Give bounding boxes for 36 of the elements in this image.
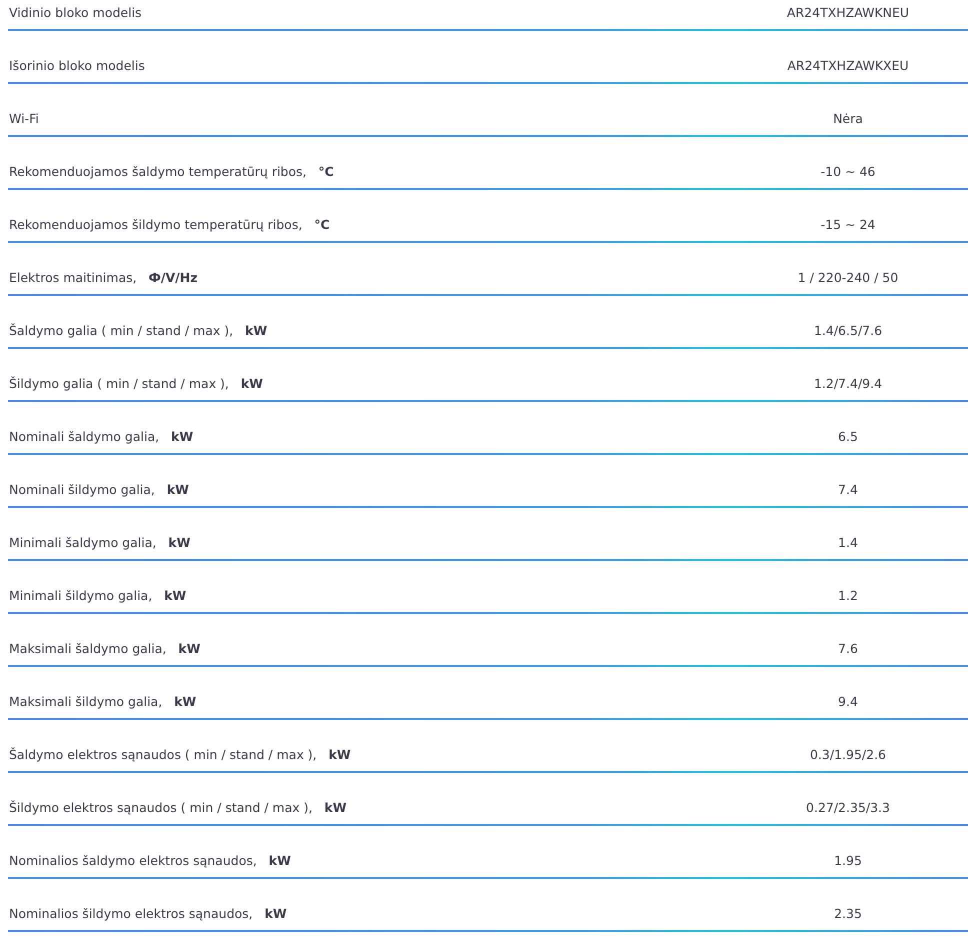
spec-value: 7.6: [837, 640, 859, 658]
spec-label: Wi-Fi: [9, 110, 40, 128]
spec-label: Rekomenduojamos šaldymo temperatūrų ribos, °C: [9, 163, 335, 181]
spec-label: Minimali šaldymo galia, kW: [9, 534, 192, 552]
spec-label: Nominali šaldymo galia, kW: [9, 428, 194, 446]
spec-label: Rekomenduojamos šildymo temperatūrų ribos, °C: [9, 216, 331, 234]
spec-value: Nėra: [832, 110, 864, 128]
spec-value: AR24TXHZAWKXEU: [786, 57, 910, 75]
spec-value: -15 ~ 24: [820, 216, 876, 234]
spec-value: 0.27/2.35/3.3: [805, 799, 891, 817]
spec-label: Maksimali šildymo galia, kW: [9, 693, 198, 711]
spec-value: 1.4/6.5/7.6: [812, 322, 884, 340]
spec-label: Elektros maitinimas, Ф/V/Hz: [9, 269, 198, 287]
spec-value: 1 / 220-240 / 50: [796, 269, 900, 287]
spec-value: 9.4: [837, 693, 859, 711]
spec-value: 1.4: [837, 534, 859, 552]
spec-label: Minimali šildymo galia, kW: [9, 587, 188, 605]
spec-label: Nominalios šildymo elektros sąnaudos, kW: [9, 905, 288, 923]
spec-value: 2.35: [833, 905, 863, 923]
spec-value: 7.4: [837, 481, 859, 499]
spec-label: Nominalios šaldymo elektros sąnaudos, kW: [9, 852, 292, 870]
spec-value: 6.5: [837, 428, 859, 446]
spec-label: Šaldymo galia ( min / stand / max ), kW: [9, 322, 268, 340]
spec-value: -10 ~ 46: [820, 163, 876, 181]
spec-label: Šildymo elektros sąnaudos ( min / stand / max ), kW: [9, 799, 348, 817]
spec-value: 1.95: [833, 852, 863, 870]
spec-label: Maksimali šaldymo galia, kW: [9, 640, 202, 658]
spec-value: 0.3/1.95/2.6: [808, 746, 887, 764]
spec-value: 1.2/7.4/9.4: [812, 375, 884, 393]
spec-value: 1.2: [837, 587, 859, 605]
spec-label: Šildymo galia ( min / stand / max ), kW: [9, 375, 264, 393]
spec-label: Vidinio bloko modelis: [9, 4, 143, 22]
spec-label: Išorinio bloko modelis: [9, 57, 146, 75]
spec-label: Šaldymo elektros sąnaudos ( min / stand / max ), kW: [9, 746, 352, 764]
spec-label: Nominali šildymo galia, kW: [9, 481, 190, 499]
spec-value: AR24TXHZAWKNEU: [786, 4, 910, 22]
